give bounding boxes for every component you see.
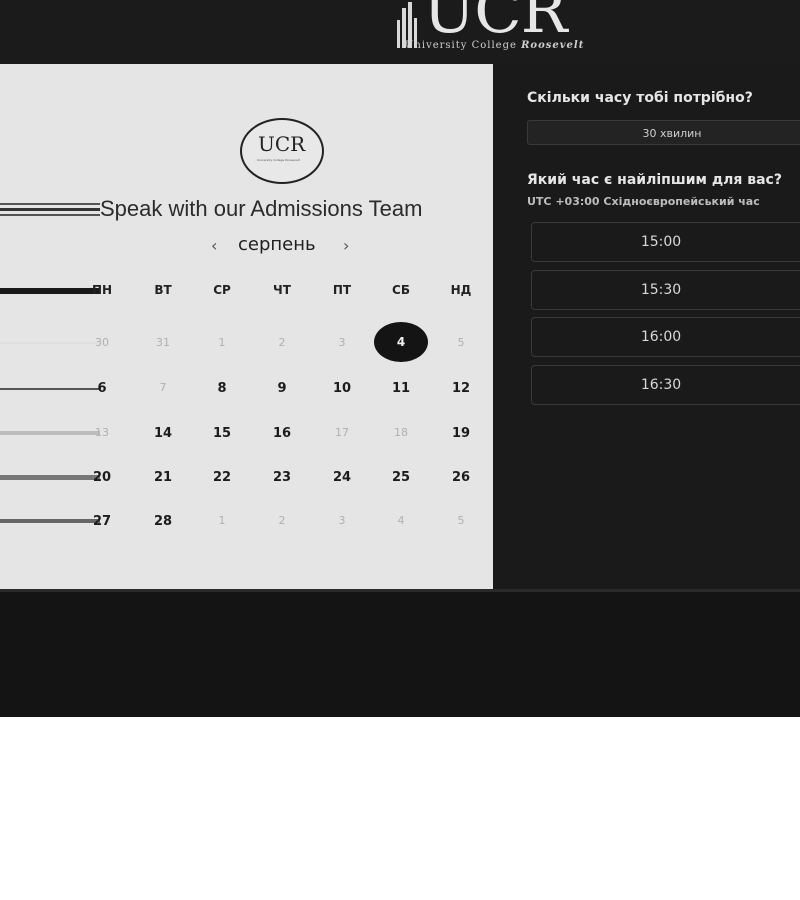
panel-divider xyxy=(0,589,800,592)
time-question: Який час є найліпшим для вас? xyxy=(527,172,782,188)
day-cell: 2 xyxy=(278,514,286,527)
day-cell[interactable]: 9 xyxy=(262,381,302,396)
day-cell: 3 xyxy=(338,336,346,349)
day-cell: 5 xyxy=(457,336,465,349)
day-cell: 30 xyxy=(95,336,109,349)
day-cell-selected[interactable]: 4 xyxy=(374,322,428,362)
day-cell: 3 xyxy=(338,514,346,527)
day-cell[interactable]: 23 xyxy=(262,470,302,485)
title-rule xyxy=(0,203,100,205)
weekday-header: ПТ xyxy=(332,283,352,297)
day-cell: 18 xyxy=(394,426,408,439)
day-cell: 4 xyxy=(397,514,405,527)
weekday-header: ПН xyxy=(91,283,113,297)
calendar-title: Speak with our Admissions Team xyxy=(100,196,423,221)
ucr-badge-logo: UCR University College Roosevelt xyxy=(240,118,324,184)
day-cell[interactable]: 28 xyxy=(143,514,183,529)
day-cell[interactable]: 20 xyxy=(82,470,122,485)
day-cell: 17 xyxy=(335,426,349,439)
next-month-arrow[interactable]: › xyxy=(343,236,349,255)
weekday-header: НД xyxy=(450,283,472,297)
day-cell[interactable]: 12 xyxy=(441,381,481,396)
logo-tagline: University College Roosevelt xyxy=(405,40,585,51)
day-cell[interactable]: 8 xyxy=(202,381,242,396)
day-cell[interactable]: 10 xyxy=(322,381,362,396)
day-cell[interactable]: 11 xyxy=(381,381,421,396)
day-cell: 31 xyxy=(156,336,170,349)
day-cell: 7 xyxy=(159,381,167,394)
weekday-header: СБ xyxy=(392,283,410,297)
duration-select[interactable]: 30 хвилин xyxy=(527,120,800,145)
weekday-header: ЧТ xyxy=(273,283,291,297)
day-cell: 2 xyxy=(278,336,286,349)
time-slot-button[interactable]: 16:00 xyxy=(531,317,800,357)
title-rule xyxy=(0,214,100,216)
day-cell[interactable]: 22 xyxy=(202,470,242,485)
day-cell[interactable]: 26 xyxy=(441,470,481,485)
day-cell[interactable]: 25 xyxy=(381,470,421,485)
duration-question: Скільки часу тобі потрібно? xyxy=(527,90,753,106)
month-label: серпень xyxy=(238,234,316,255)
prev-month-arrow[interactable]: ‹ xyxy=(211,236,217,255)
logo-letters: UCR xyxy=(423,0,567,47)
day-cell: 1 xyxy=(218,336,226,349)
ucr-logo[interactable]: UCR University College Roosevelt xyxy=(395,0,591,56)
day-cell[interactable]: 6 xyxy=(82,381,122,396)
day-cell[interactable]: 15 xyxy=(202,426,242,441)
day-cell[interactable]: 21 xyxy=(143,470,183,485)
day-cell[interactable]: 27 xyxy=(82,514,122,529)
weekday-header: СР xyxy=(213,283,231,297)
timezone-label: UTC +03:00 Східноєвропейський час xyxy=(527,195,760,208)
day-cell: 13 xyxy=(95,426,109,439)
day-cell: 1 xyxy=(218,514,226,527)
time-slot-button[interactable]: 15:30 xyxy=(531,270,800,310)
day-cell[interactable]: 16 xyxy=(262,426,302,441)
badge-mini-text: University College Roosevelt xyxy=(257,158,300,162)
title-rule xyxy=(0,208,100,211)
day-cell: 5 xyxy=(457,514,465,527)
day-cell[interactable]: 24 xyxy=(322,470,362,485)
badge-letters: UCR xyxy=(258,132,306,156)
weekday-header: ВТ xyxy=(154,283,172,297)
time-slot-button[interactable]: 16:30 xyxy=(531,365,800,405)
day-cell[interactable]: 14 xyxy=(143,426,183,441)
time-slot-button[interactable]: 15:00 xyxy=(531,222,800,262)
day-cell[interactable]: 19 xyxy=(441,426,481,441)
